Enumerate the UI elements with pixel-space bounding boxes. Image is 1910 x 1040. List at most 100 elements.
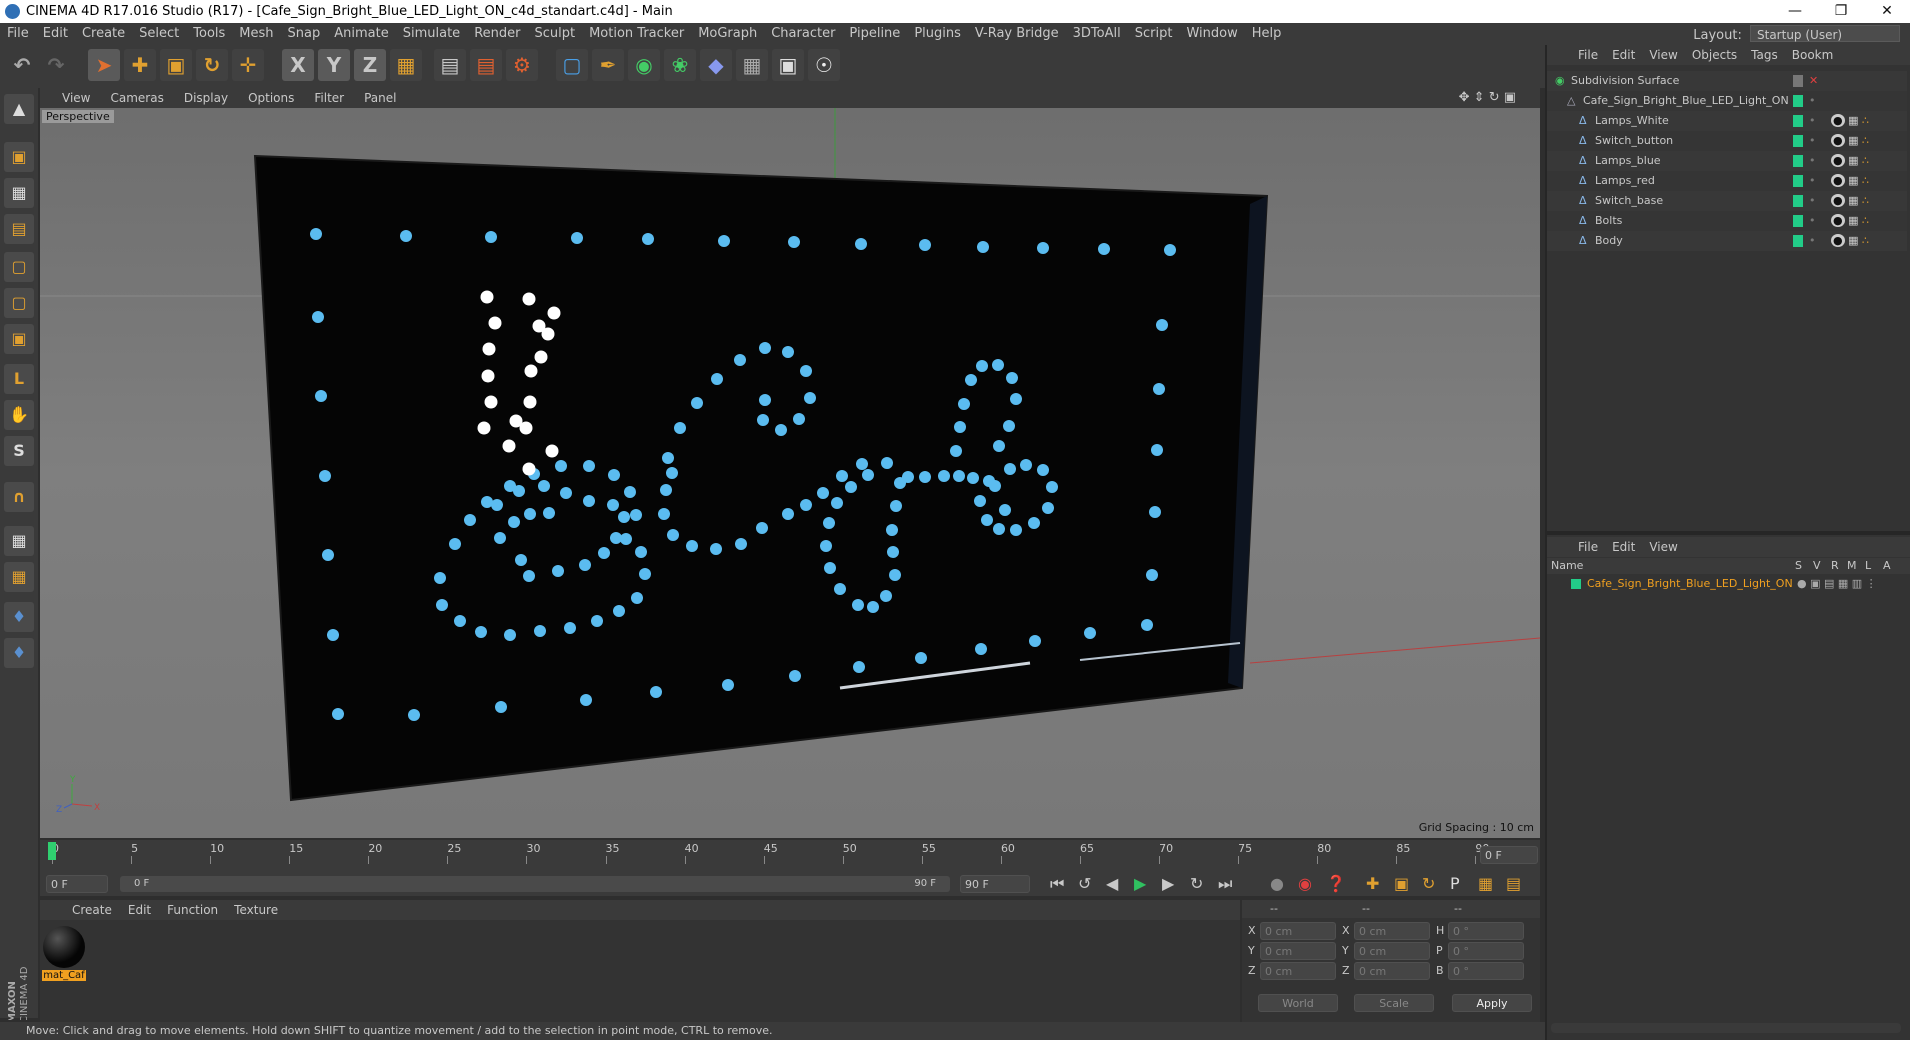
tweak-mode-icon[interactable]: ✋: [4, 400, 34, 430]
subdivision-surface-icon[interactable]: ◉: [628, 49, 660, 81]
disabled-icon[interactable]: ✕: [1809, 71, 1818, 91]
menu-select[interactable]: Select: [132, 23, 186, 45]
coord-mode-dropdown[interactable]: World: [1258, 994, 1338, 1012]
close-icon[interactable]: ✕: [1864, 0, 1910, 23]
menu-animate[interactable]: Animate: [327, 23, 395, 45]
points-mode-icon[interactable]: ▢: [4, 252, 34, 282]
mat-menu-edit[interactable]: Edit: [120, 903, 159, 917]
transform-tool-icon[interactable]: ✛: [232, 49, 264, 81]
next-key-icon[interactable]: ↻: [1190, 872, 1218, 896]
z-axis-lock-icon[interactable]: Z: [354, 49, 386, 81]
material-tag-icons[interactable]: ● ▦ ∴: [1831, 131, 1869, 151]
render-dot-icon[interactable]: •: [1809, 91, 1816, 111]
object-row[interactable]: Δ Switch_base • ● ▦ ∴: [1547, 191, 1907, 211]
key-param-icon[interactable]: P: [1450, 872, 1478, 896]
object-row[interactable]: Δ Body • ● ▦ ∴: [1547, 231, 1907, 251]
undo-icon[interactable]: ↶: [6, 49, 38, 81]
om-menu-view[interactable]: View: [1642, 48, 1684, 62]
mat-menu-function[interactable]: Function: [159, 903, 226, 917]
om-menu-edit[interactable]: Edit: [1605, 48, 1642, 62]
menu-file[interactable]: File: [0, 23, 36, 45]
object-row[interactable]: Δ Lamps_blue • ● ▦ ∴: [1547, 151, 1907, 171]
axis-mode-icon[interactable]: L: [4, 364, 34, 394]
current-frame-field[interactable]: 0 F: [1480, 846, 1538, 864]
key-scale-icon[interactable]: ▣: [1394, 872, 1422, 896]
motion-record-icon[interactable]: ●: [1270, 872, 1298, 896]
spline-pen-icon[interactable]: ✒: [592, 49, 624, 81]
menu-help[interactable]: Help: [1245, 23, 1289, 45]
coord-value-field[interactable]: 0 cm: [1260, 922, 1336, 940]
viewport-nav-icons[interactable]: ✥ ⇕ ↻ ▣: [1449, 88, 1526, 108]
make-editable-icon[interactable]: ▲: [4, 94, 34, 124]
floor-icon[interactable]: ▦: [736, 49, 768, 81]
timeline-layout-icon[interactable]: ▤: [1506, 872, 1534, 896]
menu-pipeline[interactable]: Pipeline: [842, 23, 907, 45]
om-menu-tags[interactable]: Tags: [1744, 48, 1785, 62]
vp-menu-panel[interactable]: Panel: [354, 88, 406, 108]
menu-snap[interactable]: Snap: [281, 23, 328, 45]
material-tag-icons[interactable]: ● ▦ ∴: [1831, 111, 1869, 131]
model-mode-icon[interactable]: ▣: [4, 142, 34, 172]
coord-value-field[interactable]: 0 cm: [1260, 962, 1336, 980]
start-frame-field[interactable]: 0 F: [46, 875, 108, 893]
key-pla-icon[interactable]: ▦: [1478, 872, 1506, 896]
object-row[interactable]: Δ Lamps_White • ● ▦ ∴: [1547, 111, 1907, 131]
material-tag-icons[interactable]: ● ▦ ∴: [1831, 151, 1869, 171]
menu-3dtoall[interactable]: 3DToAll: [1066, 23, 1128, 45]
menu-vray-bridge[interactable]: V-Ray Bridge: [968, 23, 1066, 45]
visibility-toggle[interactable]: [1793, 95, 1803, 107]
coord-value-field[interactable]: 0 cm: [1354, 942, 1430, 960]
light-icon[interactable]: ☉: [808, 49, 840, 81]
minimize-icon[interactable]: —: [1772, 0, 1818, 23]
material-tag-icons[interactable]: ● ▦ ∴: [1831, 231, 1869, 251]
om-menu-file[interactable]: File: [1571, 48, 1605, 62]
x-axis-lock-icon[interactable]: X: [282, 49, 314, 81]
coord-value-field[interactable]: 0 °: [1448, 942, 1524, 960]
next-frame-icon[interactable]: ▶: [1162, 872, 1190, 896]
material-tag-icons[interactable]: ● ▦ ∴: [1831, 191, 1869, 211]
lock-workplane-icon[interactable]: ▦: [4, 526, 34, 556]
menu-mograph[interactable]: MoGraph: [691, 23, 764, 45]
material-tag-icons[interactable]: ● ▦ ∴: [1831, 211, 1869, 231]
object-row[interactable]: Δ Lamps_red • ● ▦ ∴: [1547, 171, 1907, 191]
prev-frame-icon[interactable]: ◀: [1106, 872, 1134, 896]
menu-script[interactable]: Script: [1128, 23, 1180, 45]
vp-menu-options[interactable]: Options: [238, 88, 304, 108]
key-position-icon[interactable]: ✚: [1366, 872, 1394, 896]
layer-row[interactable]: Cafe_Sign_Bright_Blue_LED_Light_ON ● ▣ ▤…: [1547, 575, 1910, 593]
prev-key-icon[interactable]: ↺: [1078, 872, 1106, 896]
apply-button[interactable]: Apply: [1452, 994, 1532, 1012]
render-picture-viewer-icon[interactable]: ▤: [470, 49, 502, 81]
end-frame-field[interactable]: 90 F: [960, 875, 1030, 893]
layout-dropdown[interactable]: Startup (User): [1750, 25, 1900, 42]
render-dot-icon[interactable]: •: [1809, 111, 1816, 131]
menu-character[interactable]: Character: [764, 23, 842, 45]
restore-icon[interactable]: ❐: [1818, 0, 1864, 23]
visibility-toggle[interactable]: [1793, 155, 1803, 167]
visibility-toggle[interactable]: [1793, 135, 1803, 147]
menu-create[interactable]: Create: [75, 23, 132, 45]
edges-mode-icon[interactable]: ▢: [4, 288, 34, 318]
coordinate-system-icon[interactable]: ▦: [390, 49, 422, 81]
coord-value-field[interactable]: 0 cm: [1354, 962, 1430, 980]
coord-value-field[interactable]: 0 °: [1448, 962, 1524, 980]
render-dot-icon[interactable]: •: [1809, 131, 1816, 151]
render-dot-icon[interactable]: •: [1809, 191, 1816, 211]
material-swatch[interactable]: mat_Caf: [42, 926, 86, 982]
vp-menu-cameras[interactable]: Cameras: [100, 88, 173, 108]
layer-flag-icons[interactable]: ● ▣ ▤ ▦ ▥ ⋮: [1797, 575, 1877, 593]
object-row[interactable]: △ Cafe_Sign_Bright_Blue_LED_Light_ON •: [1547, 91, 1907, 111]
visibility-toggle[interactable]: [1793, 235, 1803, 247]
om-menu-bookmarks[interactable]: Bookm: [1785, 48, 1841, 62]
menu-window[interactable]: Window: [1179, 23, 1244, 45]
lm-menu-file[interactable]: File: [1571, 540, 1605, 554]
python-script-icon[interactable]: ♦: [4, 602, 34, 632]
python-script-2-icon[interactable]: ♦: [4, 638, 34, 668]
redo-icon[interactable]: ↷: [40, 49, 72, 81]
layer-horizontal-scrollbar[interactable]: [1551, 1023, 1901, 1033]
scale-tool-icon[interactable]: ▣: [160, 49, 192, 81]
menu-motion-tracker[interactable]: Motion Tracker: [582, 23, 691, 45]
timeline-ruler[interactable]: 051015202530354045505560657075808590 0 F: [40, 840, 1540, 872]
go-to-end-icon[interactable]: ⏭: [1218, 872, 1246, 896]
y-axis-lock-icon[interactable]: Y: [318, 49, 350, 81]
